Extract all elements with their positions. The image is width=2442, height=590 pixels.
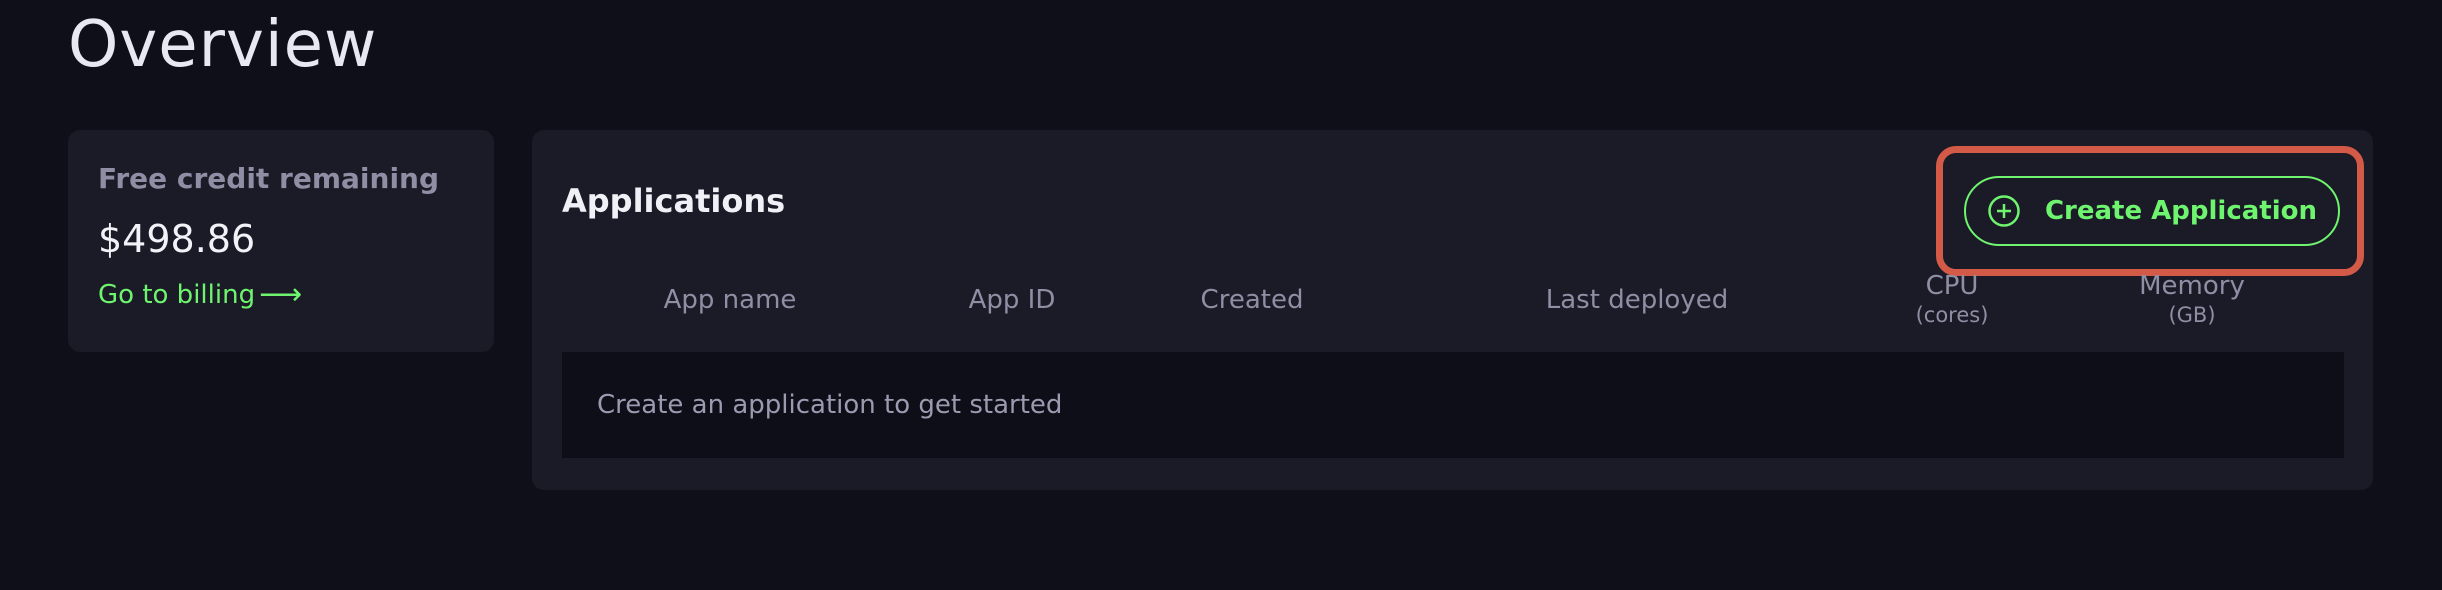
column-header-app-name: App name bbox=[663, 285, 797, 315]
page-title: Overview bbox=[68, 8, 378, 82]
column-header-cpu: CPU (cores) bbox=[1915, 271, 1989, 327]
arrow-right-icon: ⟶ bbox=[259, 277, 303, 312]
empty-state-message: Create an application to get started bbox=[597, 390, 1063, 420]
create-application-label: Create Application bbox=[2044, 196, 2318, 226]
billing-link-label: Go to billing bbox=[98, 279, 256, 310]
plus-circle-icon bbox=[1987, 194, 2021, 228]
applications-panel: Applications Create Application App name… bbox=[532, 130, 2373, 490]
applications-title: Applications bbox=[562, 182, 786, 220]
billing-link[interactable]: Go to billing ⟶ bbox=[98, 277, 302, 312]
column-header-app-id: App ID bbox=[968, 285, 1056, 315]
create-application-button[interactable]: Create Application bbox=[1964, 176, 2340, 246]
column-header-memory: Memory (GB) bbox=[2139, 271, 2245, 327]
credit-amount: $498.86 bbox=[98, 217, 256, 261]
credit-card: Free credit remaining $498.86 Go to bill… bbox=[68, 130, 494, 352]
column-header-created: Created bbox=[1200, 285, 1304, 315]
credit-label: Free credit remaining bbox=[98, 162, 440, 195]
empty-state-row: Create an application to get started bbox=[562, 352, 2344, 458]
column-header-last-deployed: Last deployed bbox=[1545, 285, 1729, 315]
